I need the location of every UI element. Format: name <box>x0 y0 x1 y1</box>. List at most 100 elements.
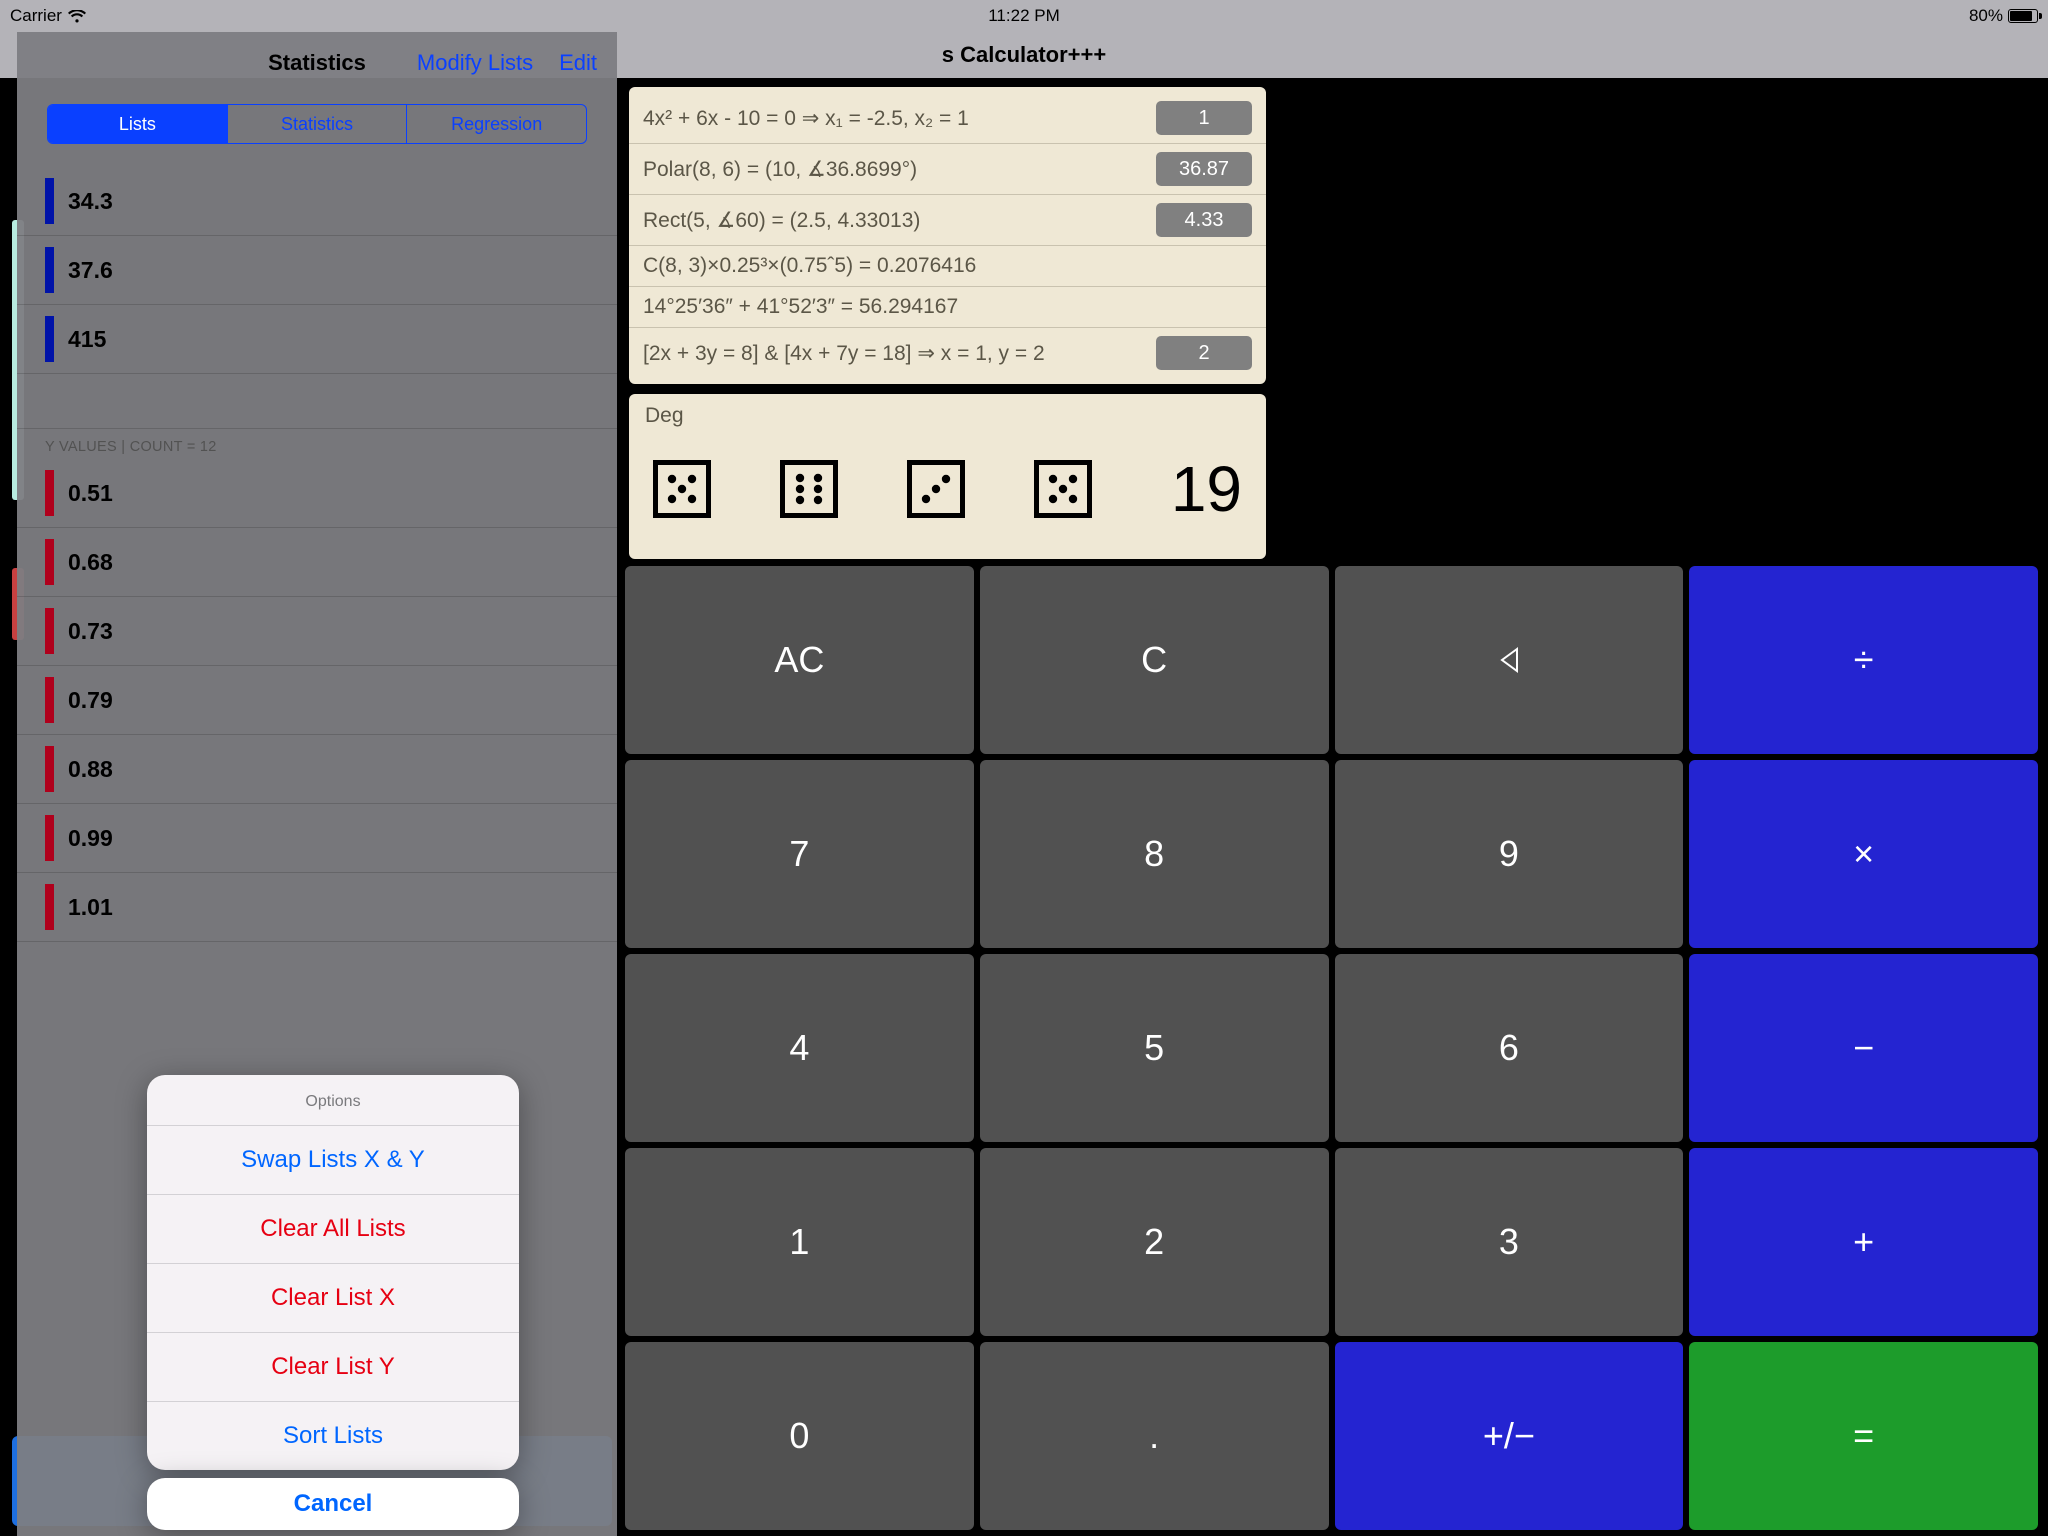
list-row-y[interactable]: 0.99 <box>17 804 617 873</box>
y-bar-icon <box>45 746 54 792</box>
list-row-x[interactable]: 415 <box>17 305 617 374</box>
statistics-popover: Statistics Modify Lists Edit Lists Stati… <box>17 32 617 1536</box>
key-add[interactable]: + <box>1689 1148 2038 1336</box>
list-value: 37.6 <box>68 257 113 284</box>
y-bar-icon <box>45 677 54 723</box>
key-9[interactable]: 9 <box>1335 760 1684 948</box>
key-1[interactable]: 1 <box>625 1148 974 1336</box>
battery-icon <box>2008 9 2038 23</box>
seg-regression[interactable]: Regression <box>407 105 586 143</box>
keypad: AC C ÷ 7 8 9 × 4 5 6 − 1 2 3 + 0 . +/− = <box>625 566 2038 1530</box>
seg-lists[interactable]: Lists <box>48 105 228 143</box>
list-value: 0.51 <box>68 480 113 507</box>
list-row-y[interactable]: 1.01 <box>17 873 617 942</box>
history-panel: 4x² + 6x - 10 = 0 ⇒ x₁ = -2.5, x₂ = 1 1 … <box>629 87 1266 384</box>
clear-list-y-button[interactable]: Clear List Y <box>147 1333 519 1402</box>
key-3[interactable]: 3 <box>1335 1148 1684 1336</box>
carrier-label: Carrier <box>10 6 62 26</box>
list-row-y[interactable]: 0.73 <box>17 597 617 666</box>
key-2[interactable]: 2 <box>980 1148 1329 1336</box>
history-expr: C(8, 3)×0.25³×(0.75ˆ5) = 0.2076416 <box>643 254 1252 278</box>
list-row-x[interactable]: 34.3 <box>17 167 617 236</box>
y-bar-icon <box>45 884 54 930</box>
battery-pct: 80% <box>1969 6 2003 26</box>
history-result-button[interactable]: 1 <box>1156 101 1252 135</box>
popover-header: Statistics Modify Lists Edit <box>17 32 617 94</box>
dice-row: 19 <box>645 428 1250 549</box>
list-value: 0.68 <box>68 549 113 576</box>
list-value: 34.3 <box>68 188 113 215</box>
key-divide[interactable]: ÷ <box>1689 566 2038 754</box>
list-row-y[interactable]: 0.79 <box>17 666 617 735</box>
key-equals[interactable]: = <box>1689 1342 2038 1530</box>
list-row-x[interactable]: 37.6 <box>17 236 617 305</box>
die-icon <box>653 460 711 518</box>
history-expr: Rect(5, ∡60) = (2.5, 4.33013) <box>643 208 1156 233</box>
history-row[interactable]: Polar(8, 6) = (10, ∡36.8699°) 36.87 <box>629 144 1266 195</box>
app-title: s Calculator+++ <box>942 42 1106 68</box>
list-value: 0.88 <box>68 756 113 783</box>
key-subtract[interactable]: − <box>1689 954 2038 1142</box>
die-icon <box>780 460 838 518</box>
modify-lists-button[interactable]: Modify Lists <box>417 50 533 76</box>
key-8[interactable]: 8 <box>980 760 1329 948</box>
list-row-y[interactable]: 0.68 <box>17 528 617 597</box>
key-0[interactable]: 0 <box>625 1342 974 1530</box>
key-c[interactable]: C <box>980 566 1329 754</box>
sort-lists-button[interactable]: Sort Lists <box>147 1402 519 1470</box>
display-panel: Deg 19 <box>629 394 1266 559</box>
key-4[interactable]: 4 <box>625 954 974 1142</box>
y-bar-icon <box>45 470 54 516</box>
cancel-button[interactable]: Cancel <box>147 1478 519 1530</box>
history-expr: 14°25′36″ + 41°52′3″ = 56.294167 <box>643 295 1252 319</box>
key-5[interactable]: 5 <box>980 954 1329 1142</box>
list-row-y[interactable]: 0.51 <box>17 459 617 528</box>
key-6[interactable]: 6 <box>1335 954 1684 1142</box>
key-7[interactable]: 7 <box>625 760 974 948</box>
history-row[interactable]: Rect(5, ∡60) = (2.5, 4.33013) 4.33 <box>629 195 1266 246</box>
list-value: 415 <box>68 326 106 353</box>
list-row-y[interactable]: 0.88 <box>17 735 617 804</box>
swap-lists-button[interactable]: Swap Lists X & Y <box>147 1126 519 1195</box>
sheet-title: Options <box>147 1075 519 1126</box>
x-bar-icon <box>45 316 54 362</box>
list-value: 0.79 <box>68 687 113 714</box>
segmented-control[interactable]: Lists Statistics Regression <box>47 104 587 144</box>
history-row[interactable]: [2x + 3y = 8] & [4x + 7y = 18] ⇒ x = 1, … <box>629 328 1266 378</box>
die-icon <box>1034 460 1092 518</box>
key-ac[interactable]: AC <box>625 566 974 754</box>
clear-list-x-button[interactable]: Clear List X <box>147 1264 519 1333</box>
die-icon <box>907 460 965 518</box>
y-bar-icon <box>45 815 54 861</box>
edit-button[interactable]: Edit <box>559 50 597 76</box>
history-row[interactable]: 14°25′36″ + 41°52′3″ = 56.294167 <box>629 287 1266 328</box>
status-bar: Carrier 11:22 PM 80% <box>0 0 2048 32</box>
display-value: 19 <box>1171 452 1242 526</box>
x-bar-icon <box>45 178 54 224</box>
clear-all-lists-button[interactable]: Clear All Lists <box>147 1195 519 1264</box>
list-value: 0.99 <box>68 825 113 852</box>
history-result-button[interactable]: 2 <box>1156 336 1252 370</box>
y-section-header: Y VALUES | COUNT = 12 <box>17 429 617 459</box>
history-row[interactable]: 4x² + 6x - 10 = 0 ⇒ x₁ = -2.5, x₂ = 1 1 <box>629 93 1266 144</box>
x-bar-icon <box>45 247 54 293</box>
wifi-icon <box>68 10 86 23</box>
key-plusminus[interactable]: +/− <box>1335 1342 1684 1530</box>
seg-statistics[interactable]: Statistics <box>228 105 408 143</box>
list-row-empty[interactable] <box>17 374 617 429</box>
history-expr: 4x² + 6x - 10 = 0 ⇒ x₁ = -2.5, x₂ = 1 <box>643 106 1156 131</box>
key-backspace[interactable] <box>1335 566 1684 754</box>
key-multiply[interactable]: × <box>1689 760 2038 948</box>
options-action-sheet: Options Swap Lists X & Y Clear All Lists… <box>147 1075 519 1470</box>
history-result-button[interactable]: 4.33 <box>1156 203 1252 237</box>
y-bar-icon <box>45 539 54 585</box>
status-time: 11:22 PM <box>988 6 1060 26</box>
key-dot[interactable]: . <box>980 1342 1329 1530</box>
popover-title: Statistics <box>268 50 366 76</box>
history-expr: [2x + 3y = 8] & [4x + 7y = 18] ⇒ x = 1, … <box>643 341 1156 366</box>
history-expr: Polar(8, 6) = (10, ∡36.8699°) <box>643 157 1156 182</box>
list-value: 0.73 <box>68 618 113 645</box>
history-row[interactable]: C(8, 3)×0.25³×(0.75ˆ5) = 0.2076416 <box>629 246 1266 287</box>
angle-mode-label: Deg <box>645 404 1250 428</box>
history-result-button[interactable]: 36.87 <box>1156 152 1252 186</box>
